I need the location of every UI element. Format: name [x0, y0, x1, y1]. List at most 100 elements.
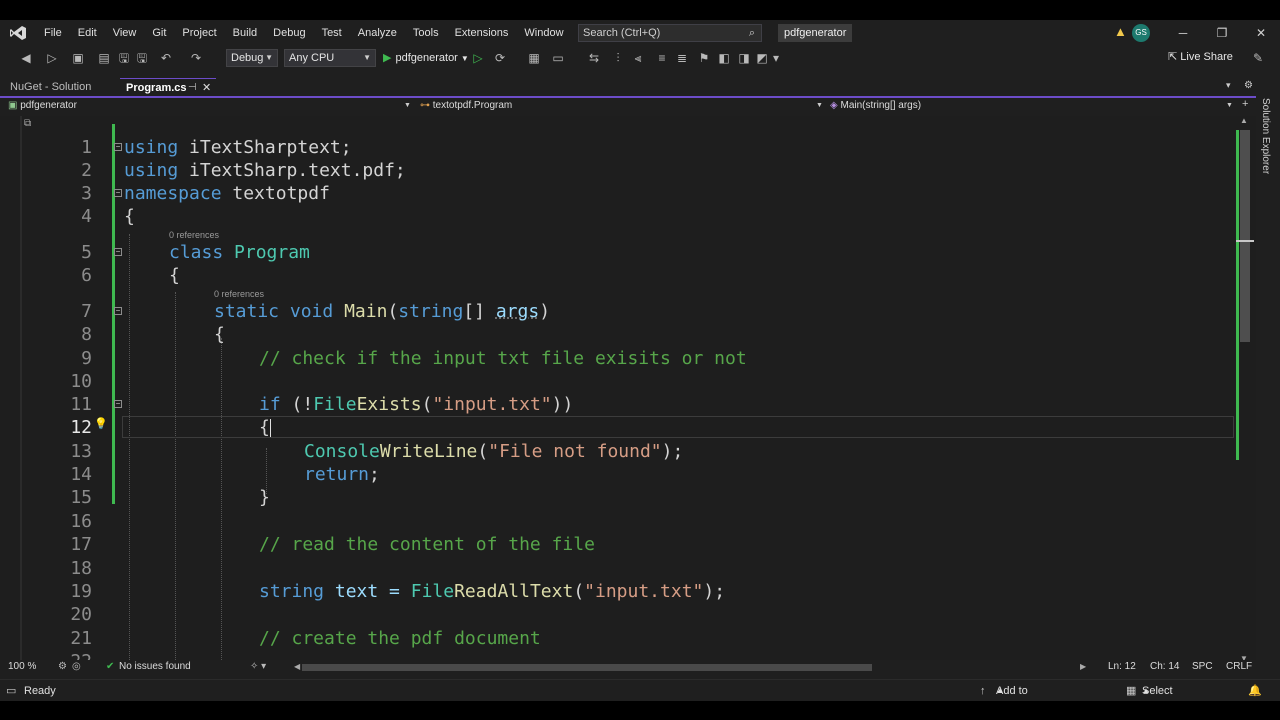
feedback-icon[interactable]: ✎: [1250, 50, 1266, 66]
browse-icon[interactable]: ▦: [526, 50, 542, 66]
notification-warning-icon[interactable]: ▲: [1114, 24, 1127, 39]
spacing-indicator[interactable]: SPC: [1192, 660, 1213, 674]
next-bookmark-icon[interactable]: ◨: [736, 50, 752, 66]
type-token: Console: [304, 441, 380, 462]
column-indicator[interactable]: Ch: 14: [1150, 660, 1179, 674]
paren-token: (: [477, 441, 489, 462]
menu-window[interactable]: Window: [516, 20, 571, 46]
configuration-select[interactable]: Debug ▼: [226, 49, 278, 67]
settings-gear-icon[interactable]: ⚙: [1244, 80, 1253, 91]
menu-debug[interactable]: Debug: [265, 20, 313, 46]
class-dropdown[interactable]: ⊶ textotpdf.Program ▼: [420, 98, 824, 114]
start-debugging-button[interactable]: ▶ pdfgenerator ▼: [383, 49, 469, 67]
forward-icon[interactable]: ▷: [44, 50, 60, 66]
fold-toggle-icon[interactable]: −: [114, 143, 122, 151]
scroll-right-icon[interactable]: ▶: [1080, 660, 1086, 674]
hot-reload-icon[interactable]: ⟳: [492, 50, 508, 66]
menu-analyze[interactable]: Analyze: [350, 20, 405, 46]
line-number: 13: [70, 441, 92, 462]
navigation-bar: ▣ pdfgenerator ▼ ⊶ textotpdf.Program ▼ ◈…: [0, 98, 1256, 114]
horizontal-scrollbar-thumb[interactable]: [302, 664, 872, 671]
solution-explorer-tab[interactable]: Solution Explorer: [1260, 98, 1271, 174]
code-line: 15 }: [0, 486, 1236, 509]
platform-select[interactable]: Any CPU ▼: [284, 49, 376, 67]
copilot-icon[interactable]: ◎: [72, 660, 81, 674]
run-target-label: pdfgenerator: [395, 52, 458, 64]
scroll-left-icon[interactable]: ◀: [294, 660, 300, 674]
menu-git[interactable]: Git: [144, 20, 174, 46]
open-file-icon[interactable]: ▤: [96, 50, 112, 66]
save-all-icon[interactable]: 🖫: [134, 50, 150, 66]
menu-test[interactable]: Test: [314, 20, 350, 46]
close-tab-icon[interactable]: ✕: [202, 79, 211, 97]
menu-file[interactable]: File: [36, 20, 70, 46]
restore-icon[interactable]: ❐: [1207, 22, 1237, 44]
zoom-level-select[interactable]: 100 %: [8, 660, 36, 674]
notifications-bell-icon[interactable]: 🔔: [1248, 680, 1262, 701]
bookmark-icon[interactable]: ⚑: [696, 50, 712, 66]
save-icon[interactable]: 🖫: [116, 50, 132, 66]
line-number: 17: [70, 534, 92, 555]
redo-icon[interactable]: ↷: [188, 50, 204, 66]
fold-toggle-icon[interactable]: −: [114, 307, 122, 315]
undo-icon[interactable]: ↶: [158, 50, 174, 66]
comment-token: // create the pdf document: [259, 628, 541, 649]
menu-tools[interactable]: Tools: [405, 20, 447, 46]
tab-list-chevron-icon[interactable]: ▾: [1226, 80, 1231, 91]
codelens-references[interactable]: 0 references: [214, 289, 264, 299]
output-icon[interactable]: ▭: [6, 680, 16, 701]
lightbulb-icon[interactable]: 💡: [94, 417, 108, 430]
code-line: 14 return;: [0, 463, 1236, 486]
indent-icon[interactable]: ⫷: [630, 50, 646, 66]
fold-toggle-icon[interactable]: −: [114, 189, 122, 197]
fold-toggle-icon[interactable]: −: [114, 400, 122, 408]
scrollbar-thumb[interactable]: [1240, 130, 1250, 342]
menu-extensions[interactable]: Extensions: [447, 20, 517, 46]
vertical-scrollbar[interactable]: ▲ ▼: [1236, 116, 1254, 666]
tab-nuget-solution[interactable]: NuGet - Solution: [4, 78, 97, 96]
live-share-button[interactable]: ⇱ Live Share: [1168, 50, 1233, 63]
account-avatar[interactable]: GS: [1132, 24, 1150, 42]
layout-icon[interactable]: ▭: [550, 50, 566, 66]
start-without-debugging-icon[interactable]: ▷: [470, 50, 486, 66]
toolbar-overflow-icon[interactable]: ▾: [768, 50, 784, 66]
line-ending-indicator[interactable]: CRLF: [1226, 660, 1252, 674]
menu-view[interactable]: View: [105, 20, 145, 46]
split-editor-icon[interactable]: +: [1242, 98, 1248, 110]
class-icon: ⊶: [420, 100, 430, 111]
scrollbar-caret-marker: [1236, 240, 1254, 242]
format-icon[interactable]: ⫶: [610, 50, 626, 66]
comment-icon[interactable]: ≡: [654, 50, 670, 66]
menu-edit[interactable]: Edit: [70, 20, 105, 46]
code-line: 20: [0, 603, 1236, 626]
codelens-references[interactable]: 0 references: [169, 230, 219, 240]
close-window-icon[interactable]: ✕: [1246, 22, 1276, 44]
intellicode-icon[interactable]: ⚙: [58, 660, 67, 674]
repository-icon: ▦: [1126, 685, 1137, 697]
search-input[interactable]: Search (Ctrl+Q) ⌕: [578, 24, 762, 42]
code-cleanup-icon[interactable]: ✧ ▾: [250, 660, 266, 674]
member-dropdown[interactable]: ◈ Main(string[] args) ▼: [830, 98, 1234, 114]
pin-icon[interactable]: ⊣: [188, 79, 197, 97]
menu-project[interactable]: Project: [174, 20, 224, 46]
code-editor[interactable]: ⧉ 1 − using iTextSharptext; 2 using iTex…: [0, 116, 1256, 666]
menu-build[interactable]: Build: [225, 20, 265, 46]
issues-status[interactable]: No issues found: [119, 660, 191, 674]
step-icon[interactable]: ⇆: [586, 50, 602, 66]
string-token: "input.txt": [584, 581, 704, 602]
document-tab-strip: NuGet - Solution Program.cs ⊣ ✕ ▾ ⚙: [0, 78, 1256, 98]
code-line: 19 string text = FileReadAllText("input.…: [0, 580, 1236, 603]
back-icon[interactable]: ◀: [18, 50, 34, 66]
new-project-icon[interactable]: ▣: [70, 50, 86, 66]
minimize-icon[interactable]: ─: [1168, 22, 1198, 44]
project-dropdown[interactable]: ▣ pdfgenerator ▼: [8, 98, 412, 114]
uncomment-icon[interactable]: ≣: [674, 50, 690, 66]
prev-bookmark-icon[interactable]: ◧: [716, 50, 732, 66]
line-indicator[interactable]: Ln: 12: [1108, 660, 1136, 674]
search-icon: ⌕: [748, 27, 755, 39]
horizontal-scrollbar[interactable]: [302, 664, 1078, 671]
fold-toggle-icon[interactable]: −: [114, 248, 122, 256]
check-circle-icon: ✔: [106, 661, 115, 672]
tab-program-cs[interactable]: Program.cs ⊣ ✕: [120, 78, 216, 96]
scroll-up-icon[interactable]: ▲: [1240, 116, 1248, 125]
